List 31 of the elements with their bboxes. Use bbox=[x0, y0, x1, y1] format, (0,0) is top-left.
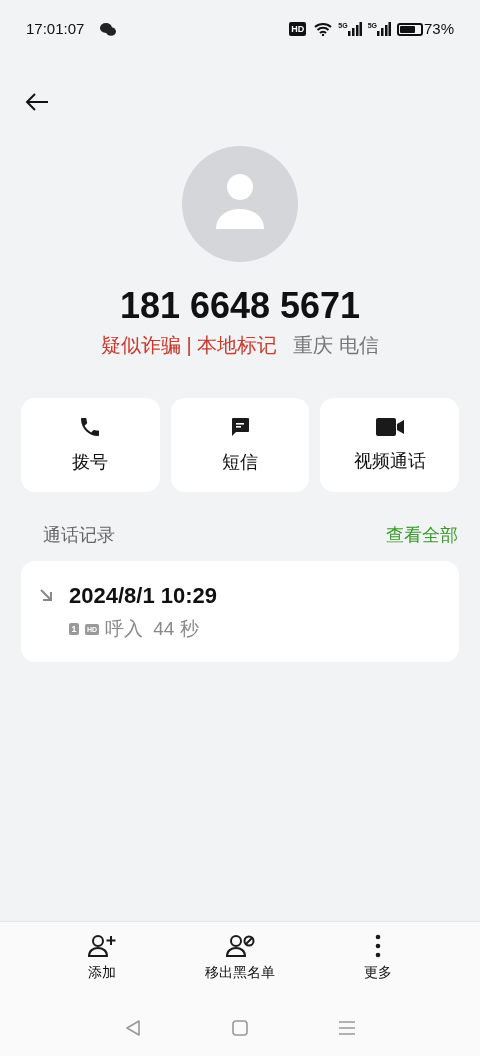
chat-bubbles-icon bbox=[100, 22, 117, 36]
home-nav-button[interactable] bbox=[231, 1019, 249, 1037]
section-title: 通话记录 bbox=[43, 524, 115, 547]
action-button[interactable]: 短信 bbox=[170, 398, 310, 492]
back-nav-button[interactable] bbox=[124, 1019, 143, 1037]
signal-icon bbox=[376, 22, 391, 36]
location-carrier: 重庆 电信 bbox=[293, 333, 379, 358]
add-person-icon bbox=[87, 934, 117, 958]
wifi-icon bbox=[314, 22, 333, 36]
phone-number: 181 6648 5671 bbox=[119, 284, 361, 328]
back-button[interactable] bbox=[24, 92, 50, 112]
action-button[interactable]: 视频通话 bbox=[320, 398, 459, 492]
action-button[interactable]: 拨号 bbox=[21, 398, 160, 492]
menu-nav-button[interactable] bbox=[337, 1020, 356, 1036]
call-duration: 44 秒 bbox=[153, 617, 199, 641]
blocked-person-icon bbox=[225, 934, 255, 958]
hd-indicator: HD bbox=[289, 22, 307, 36]
call-time: 2024/8/1 10:29 bbox=[69, 583, 218, 609]
toolbar-button[interactable]: 移出黑名单 bbox=[200, 934, 280, 1000]
incoming-arrow-icon bbox=[39, 588, 53, 602]
video-camera-icon bbox=[374, 415, 405, 438]
fraud-tag: 疑似诈骗 | 本地标记 bbox=[101, 330, 278, 360]
signal-icon bbox=[347, 22, 362, 36]
status-time: 17:01:07 bbox=[26, 18, 85, 39]
battery-percent: 73% bbox=[423, 18, 454, 39]
more-icon bbox=[375, 934, 381, 958]
sim-indicator: 1 bbox=[69, 623, 79, 636]
call-type: 呼入 bbox=[105, 617, 144, 641]
toolbar-button[interactable]: 添加 bbox=[62, 934, 142, 1000]
toolbar-button[interactable]: 更多 bbox=[338, 934, 418, 1000]
battery-icon bbox=[396, 22, 423, 36]
